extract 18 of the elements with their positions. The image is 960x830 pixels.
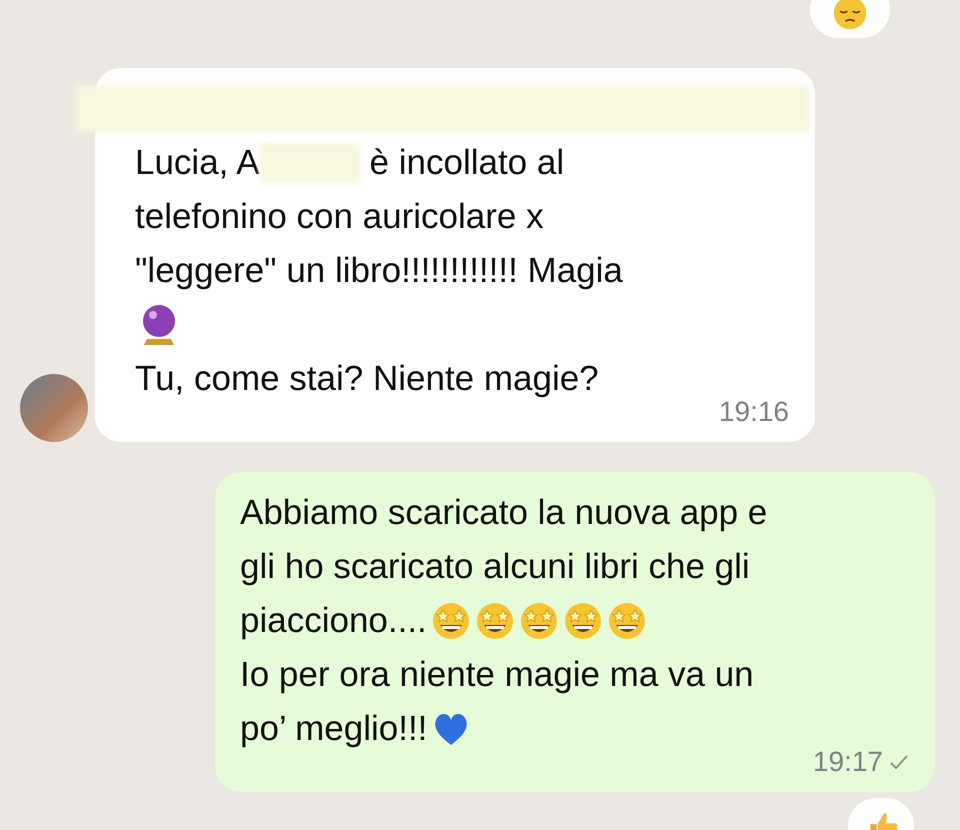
- pensive-face-icon: [832, 0, 868, 31]
- star-struck-face-icon: [562, 601, 603, 641]
- message-text: Io per ora niente magie ma va un: [240, 654, 754, 696]
- message-text: Tu, come stai? Niente magie?: [135, 358, 599, 400]
- message-text: Abbiamo scaricato la nuova app e: [240, 492, 768, 534]
- message-text: po’ meglio!!!: [240, 708, 428, 750]
- message-time: 19:17: [812, 746, 883, 778]
- star-struck-face-icon: [606, 601, 647, 641]
- message-text: gli ho scaricato alcuni libri che gli: [240, 546, 750, 588]
- star-struck-face-icon: [518, 601, 559, 641]
- star-struck-face-icon: [474, 601, 515, 641]
- message-text: è incollato al: [370, 142, 564, 184]
- message-text: piacciono....: [240, 600, 427, 642]
- message-time: 19:16: [718, 396, 789, 428]
- message-text: Lucia, A: [135, 142, 260, 184]
- message-text: "leggere" un libro!!!!!!!!!!!! Magia: [135, 250, 623, 292]
- star-struck-face-icon: [430, 601, 471, 641]
- message-text: telefonino con auricolare x: [135, 196, 544, 238]
